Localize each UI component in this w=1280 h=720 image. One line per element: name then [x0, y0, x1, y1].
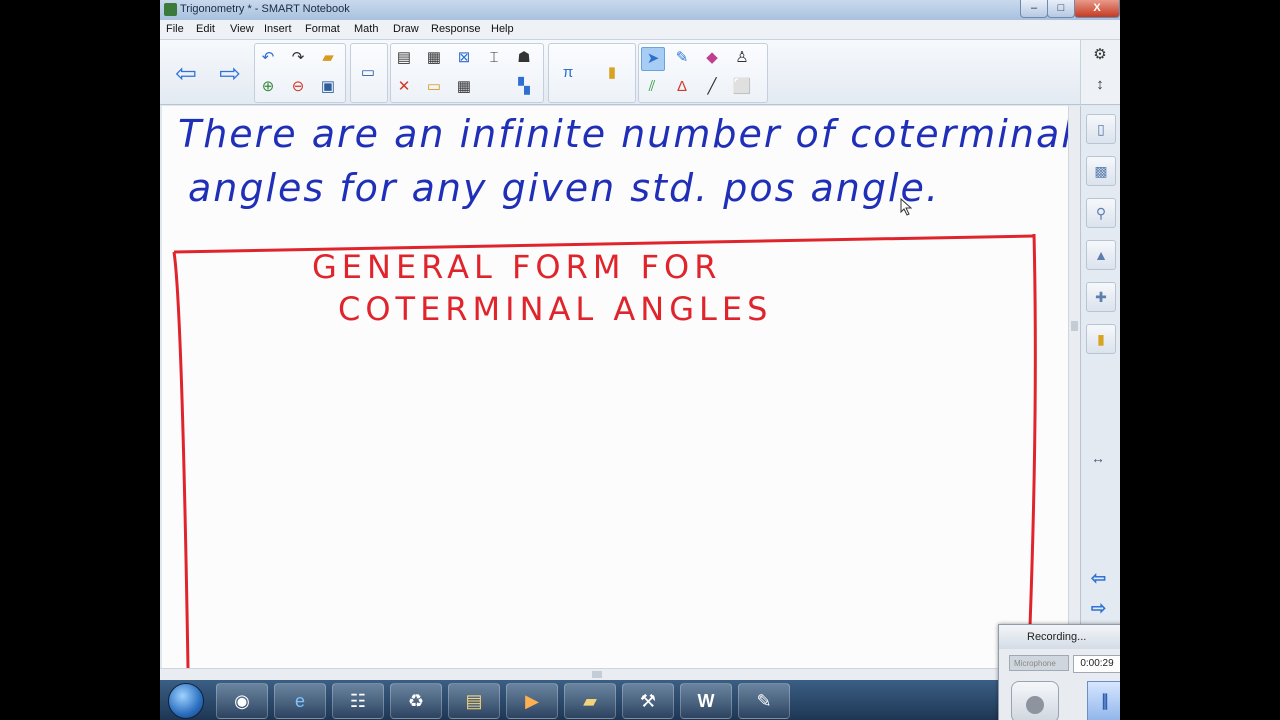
pens-icon[interactable]: ⫽	[641, 76, 663, 98]
menu-math[interactable]: Math	[354, 23, 378, 35]
delete-icon[interactable]: ✕	[393, 76, 415, 98]
box-title-line-2: COTERMINAL ANGLES	[338, 290, 773, 328]
media-player-taskbar-icon[interactable]: ▶	[506, 683, 558, 719]
save-icon[interactable]: ▣	[317, 76, 339, 98]
taskbar: ◉ e ☷ ♻ ▤ ▶ ▰ ⚒ W ✎	[160, 680, 1120, 720]
smart-notebook-taskbar-icon[interactable]: ✎	[738, 683, 790, 719]
pause-button[interactable]: ∥	[1087, 681, 1120, 720]
notebook-taskbar-icon[interactable]: ▰	[564, 683, 616, 719]
recorder-source-dropdown[interactable]: Microphone	[1009, 655, 1069, 671]
delete-page-icon[interactable]: ⊖	[287, 76, 309, 98]
sidebar-right-arrow-icon[interactable]: ⇨	[1091, 598, 1106, 619]
screen-shade-icon[interactable]: ▭	[423, 76, 445, 98]
open-folder-icon[interactable]: ▰	[317, 47, 339, 69]
menu-draw[interactable]: Draw	[393, 23, 419, 35]
title-bar: Trigonometry * - SMART Notebook – □ X	[160, 0, 1120, 21]
record-button[interactable]	[1011, 681, 1059, 720]
redo-icon[interactable]: ↷	[287, 47, 309, 69]
resize-handle-icon[interactable]: ↔	[1091, 450, 1105, 466]
box-title-line-1: GENERAL FORM FOR	[312, 248, 722, 286]
app-icon	[164, 3, 177, 16]
add-page-icon[interactable]: ⊕	[257, 76, 279, 98]
toolbar-group-edit: ↶ ↷ ▰ ⊕ ⊖ ▣	[254, 43, 346, 103]
display-screen-icon[interactable]: ▭	[357, 62, 379, 84]
menu-help[interactable]: Help	[491, 23, 514, 35]
attachments-icon[interactable]: ⚲	[1086, 198, 1116, 228]
menu-file[interactable]: File	[166, 23, 184, 35]
line-icon[interactable]: ╱	[701, 76, 723, 98]
shapes-icon[interactable]: Δ	[671, 76, 693, 98]
mouse-cursor-icon	[900, 198, 913, 216]
fill-icon[interactable]: ♙	[731, 47, 753, 69]
internet-explorer-taskbar-icon[interactable]: e	[274, 683, 326, 719]
maximize-button[interactable]: □	[1047, 0, 1075, 18]
text-tool-icon[interactable]: ⌶	[483, 47, 505, 69]
menu-insert[interactable]: Insert	[264, 23, 292, 35]
recorder-time: 0:00:29	[1073, 655, 1120, 673]
math-tools-icon[interactable]: π	[557, 62, 579, 84]
toolbar: ⇦ ⇨ ↶ ↷ ▰ ⊕ ⊖ ▣ ▭ ▤ ▦ ⊠ ⌶ ☗ ✕ ▭ ▦ ▚ π ▮	[160, 40, 1120, 105]
minimize-button[interactable]: –	[1020, 0, 1048, 18]
menu-format[interactable]: Format	[305, 23, 340, 35]
close-button[interactable]: X	[1074, 0, 1120, 18]
page-sorter-icon[interactable]: ▯	[1086, 114, 1116, 144]
side-tabs: ▯ ▩ ⚲ ▲ ✚ ▮ ↔ ⇦ ⇨	[1080, 106, 1120, 680]
response-icon[interactable]: ▮	[601, 62, 623, 84]
horizontal-scroll-thumb[interactable]	[592, 671, 602, 678]
gallery-icon[interactable]: ▩	[1086, 156, 1116, 186]
menu-edit[interactable]: Edit	[196, 23, 215, 35]
network-taskbar-icon[interactable]: ☷	[332, 683, 384, 719]
undo-icon[interactable]: ↶	[257, 47, 279, 69]
tools-taskbar-icon[interactable]: ⚒	[622, 683, 674, 719]
sidebar-left-arrow-icon[interactable]: ⇦	[1091, 568, 1106, 589]
eraser-icon[interactable]: ◆	[701, 47, 723, 69]
toolbar-group-insert: ▤ ▦ ⊠ ⌶ ☗ ✕ ▭ ▦ ▚	[390, 43, 544, 103]
properties-tab-icon[interactable]: ▲	[1086, 240, 1116, 270]
table-x-icon[interactable]: ⊠	[453, 47, 475, 69]
next-page-icon[interactable]: ⇨	[216, 58, 244, 89]
recorder-title: Recording...	[1027, 631, 1087, 643]
eraser-tool-icon[interactable]: ⬜	[731, 76, 753, 98]
menu-view[interactable]: View	[230, 23, 254, 35]
whiteboard-canvas[interactable]: There are an infinite number of cotermin…	[162, 106, 1068, 668]
toolbar-group-display: ▭	[350, 43, 388, 103]
toolbar-group-addons: π ▮	[548, 43, 636, 103]
response-tab-icon[interactable]: ▮	[1086, 324, 1116, 354]
toolbar-group-draw: ➤ ✎ ◆ ♙ ⫽ Δ ╱ ⬜	[638, 43, 768, 103]
menu-bar: File Edit View Insert Format Math Draw R…	[160, 20, 1120, 40]
vertical-scroll-thumb[interactable]	[1071, 321, 1078, 331]
gear-icon[interactable]: ⚙	[1089, 44, 1111, 66]
move-toolbar-icon[interactable]: ↕	[1089, 74, 1111, 96]
smart-notebook-window: Trigonometry * - SMART Notebook – □ X Fi…	[160, 0, 1120, 720]
menu-response[interactable]: Response	[431, 23, 481, 35]
red-box-outline	[172, 233, 1037, 668]
select-icon[interactable]: ➤	[641, 47, 665, 71]
chrome-taskbar-icon[interactable]: ◉	[216, 683, 268, 719]
window-title: Trigonometry * - SMART Notebook	[180, 3, 350, 15]
screen-capture-icon[interactable]: ▦	[423, 47, 445, 69]
dual-page-icon[interactable]: ▚	[513, 76, 535, 98]
paste-icon[interactable]: ▤	[393, 47, 415, 69]
magic-pen-icon[interactable]: ✎	[671, 47, 693, 69]
previous-page-icon[interactable]: ⇦	[172, 58, 200, 89]
addons-icon[interactable]: ✚	[1086, 282, 1116, 312]
properties-icon[interactable]: ☗	[513, 47, 535, 69]
insert-table-icon[interactable]: ▦	[453, 76, 475, 98]
toolbar-settings-column: ⚙ ↕	[1080, 40, 1120, 104]
recorder-header: Recording...	[999, 625, 1120, 649]
explorer-taskbar-icon[interactable]: ▤	[448, 683, 500, 719]
word-taskbar-icon[interactable]: W	[680, 683, 732, 719]
recycle-taskbar-icon[interactable]: ♻	[390, 683, 442, 719]
record-icon	[1026, 696, 1044, 714]
start-button[interactable]	[168, 683, 204, 719]
recorder-panel: Recording... Microphone 0:00:29 ∥	[998, 624, 1120, 720]
